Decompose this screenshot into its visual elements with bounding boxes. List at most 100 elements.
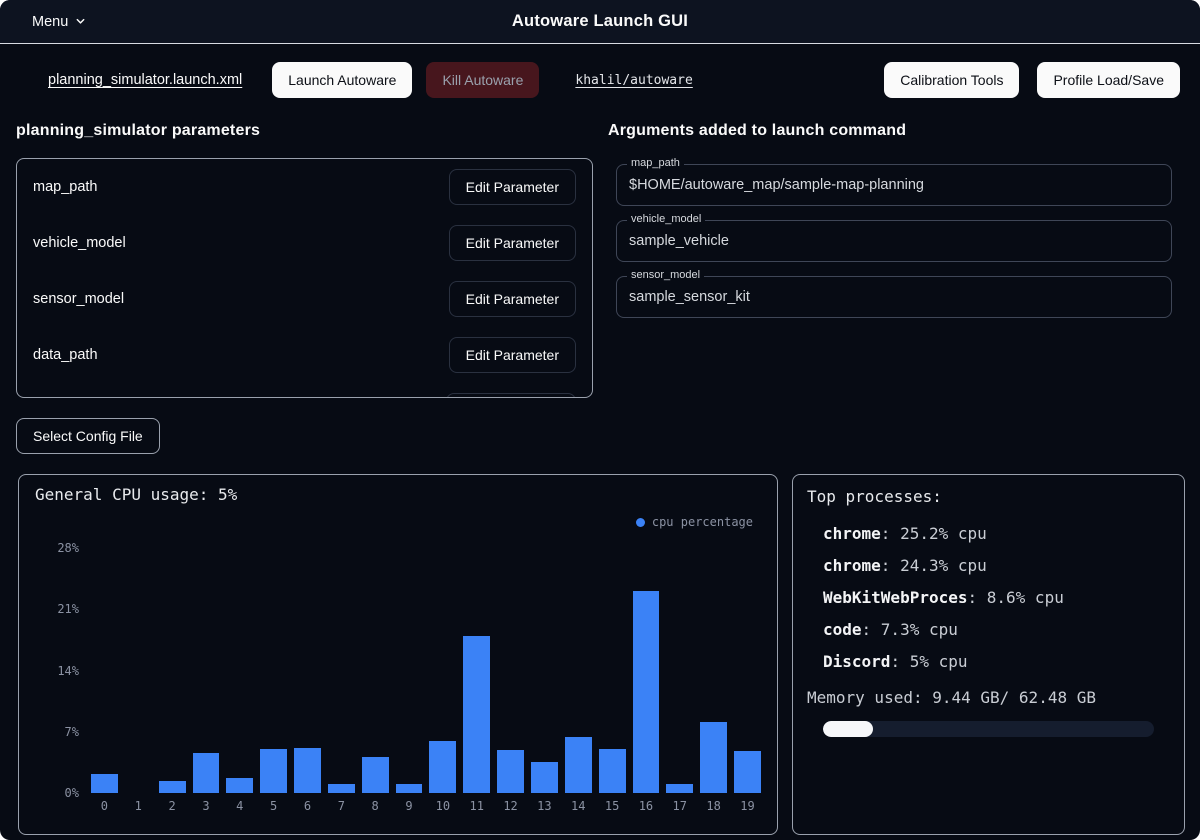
parameter-row: vehicle_model Edit Parameter	[33, 215, 576, 271]
process-detail: : 7.3% cpu	[862, 620, 958, 639]
chevron-down-icon	[75, 16, 86, 27]
cpu-bar	[91, 774, 118, 793]
x-tick-label: 17	[666, 799, 693, 813]
y-axis: 0%7%14%21%28%	[35, 548, 79, 793]
process-item: chrome: 25.2% cpu	[823, 518, 1170, 550]
process-detail: : 8.6% cpu	[968, 588, 1064, 607]
cpu-bar	[362, 757, 389, 793]
parameter-label: vehicle_model	[33, 235, 126, 251]
cpu-bar	[734, 751, 761, 793]
cpu-bar	[294, 748, 321, 794]
x-tick-label: 16	[633, 799, 660, 813]
x-tick-label: 2	[159, 799, 186, 813]
kill-autoware-button[interactable]: Kill Autoware	[426, 62, 539, 98]
vehicle-model-field: vehicle_model	[616, 220, 1172, 262]
cpu-bar	[429, 741, 456, 793]
cpu-bar	[159, 781, 186, 793]
title-bar: Menu Autoware Launch GUI	[0, 0, 1200, 44]
y-tick-label: 0%	[65, 786, 79, 800]
cpu-bar	[666, 784, 693, 793]
cpu-usage-title: General CPU usage: 5%	[35, 485, 761, 504]
calibration-tools-button[interactable]: Calibration Tools	[884, 62, 1019, 98]
arguments-section: Arguments added to launch command map_pa…	[616, 122, 1172, 454]
x-axis: 012345678910111213141516171819	[91, 799, 761, 813]
x-tick-label: 18	[700, 799, 727, 813]
sensor-model-field: sensor_model	[616, 276, 1172, 318]
process-name: code	[823, 620, 862, 639]
sensor-model-input[interactable]	[629, 289, 1159, 305]
parameter-label: sensor_model	[33, 291, 124, 307]
process-item: Discord: 5% cpu	[823, 646, 1170, 678]
cpu-bar	[633, 591, 660, 793]
parameter-label: data_path	[33, 347, 98, 363]
map-path-field: map_path	[616, 164, 1172, 206]
y-tick-label: 21%	[57, 602, 79, 616]
parameter-row: data_path Edit Parameter	[33, 327, 576, 383]
parameter-row: sensor_model Edit Parameter	[33, 271, 576, 327]
process-name: Discord	[823, 652, 890, 671]
edit-parameter-button[interactable]: Edit Parameter	[449, 225, 576, 261]
repo-link[interactable]: khalil/autoware	[575, 73, 692, 88]
x-tick-label: 15	[599, 799, 626, 813]
cpu-bar	[599, 749, 626, 793]
cpu-usage-panel: General CPU usage: 5% cpu percentage 0% 7…	[18, 474, 778, 835]
x-tick-label: 4	[226, 799, 253, 813]
parameters-heading: planning_simulator parameters	[16, 122, 593, 140]
process-list: chrome: 25.2% cpu chrome: 24.3% cpu WebK…	[807, 518, 1170, 678]
cpu-bar-chart: 0%7%14%21%28%	[35, 548, 761, 793]
y-tick-label: 28%	[57, 541, 79, 555]
process-detail: : 25.2% cpu	[881, 524, 987, 543]
x-tick-label: 6	[294, 799, 321, 813]
process-detail: : 24.3% cpu	[881, 556, 987, 575]
edit-parameter-button-clipped[interactable]	[446, 393, 576, 398]
memory-used-label: Memory used: 9.44 GB/ 62.48 GB	[807, 688, 1170, 707]
legend-label: cpu percentage	[652, 515, 753, 529]
parameter-row: map_path Edit Parameter	[33, 159, 576, 215]
menu-button-label: Menu	[32, 14, 68, 30]
x-tick-label: 10	[429, 799, 456, 813]
cpu-bar	[226, 778, 253, 793]
cpu-bar	[700, 722, 727, 793]
main-content: planning_simulator parameters map_path E…	[0, 116, 1200, 454]
cpu-bar	[565, 737, 592, 793]
top-processes-heading: Top processes:	[807, 487, 1170, 506]
parameter-label: map_path	[33, 179, 98, 195]
sensor-model-field-label: sensor_model	[627, 269, 704, 281]
parameters-card: map_path Edit Parameter vehicle_model Ed…	[16, 158, 593, 398]
arguments-heading: Arguments added to launch command	[608, 122, 1172, 140]
x-tick-label: 5	[260, 799, 287, 813]
memory-progress-bar	[823, 721, 1154, 737]
process-name: WebKitWebProces	[823, 588, 968, 607]
cpu-bar	[193, 753, 220, 793]
x-tick-label: 11	[463, 799, 490, 813]
y-tick-label: 7%	[65, 725, 79, 739]
x-tick-label: 7	[328, 799, 355, 813]
process-item: chrome: 24.3% cpu	[823, 550, 1170, 582]
bottom-panels: General CPU usage: 5% cpu percentage 0% 7…	[0, 454, 1200, 835]
toolbar: planning_simulator.launch.xml Launch Aut…	[0, 44, 1200, 116]
x-tick-label: 14	[565, 799, 592, 813]
x-tick-label: 0	[91, 799, 118, 813]
profile-load-save-button[interactable]: Profile Load/Save	[1037, 62, 1180, 98]
select-config-file-button[interactable]: Select Config File	[16, 418, 160, 454]
memory-progress-fill	[823, 721, 873, 737]
process-name: chrome	[823, 524, 881, 543]
edit-parameter-button[interactable]: Edit Parameter	[449, 169, 576, 205]
menu-button[interactable]: Menu	[32, 14, 86, 30]
cpu-bar	[463, 636, 490, 793]
launch-file-link[interactable]: planning_simulator.launch.xml	[48, 72, 242, 88]
launch-autoware-button[interactable]: Launch Autoware	[272, 62, 412, 98]
map-path-input[interactable]	[629, 177, 1159, 193]
x-tick-label: 3	[193, 799, 220, 813]
x-tick-label: 12	[497, 799, 524, 813]
argument-fields: map_path vehicle_model sensor_model	[616, 164, 1172, 318]
cpu-bar	[328, 784, 355, 793]
edit-parameter-button[interactable]: Edit Parameter	[449, 281, 576, 317]
vehicle-model-input[interactable]	[629, 233, 1159, 249]
y-tick-label: 14%	[57, 664, 79, 678]
process-detail: : 5% cpu	[890, 652, 967, 671]
top-processes-panel: Top processes: chrome: 25.2% cpu chrome:…	[792, 474, 1185, 835]
process-item: code: 7.3% cpu	[823, 614, 1170, 646]
cpu-bar	[497, 750, 524, 793]
edit-parameter-button[interactable]: Edit Parameter	[449, 337, 576, 373]
